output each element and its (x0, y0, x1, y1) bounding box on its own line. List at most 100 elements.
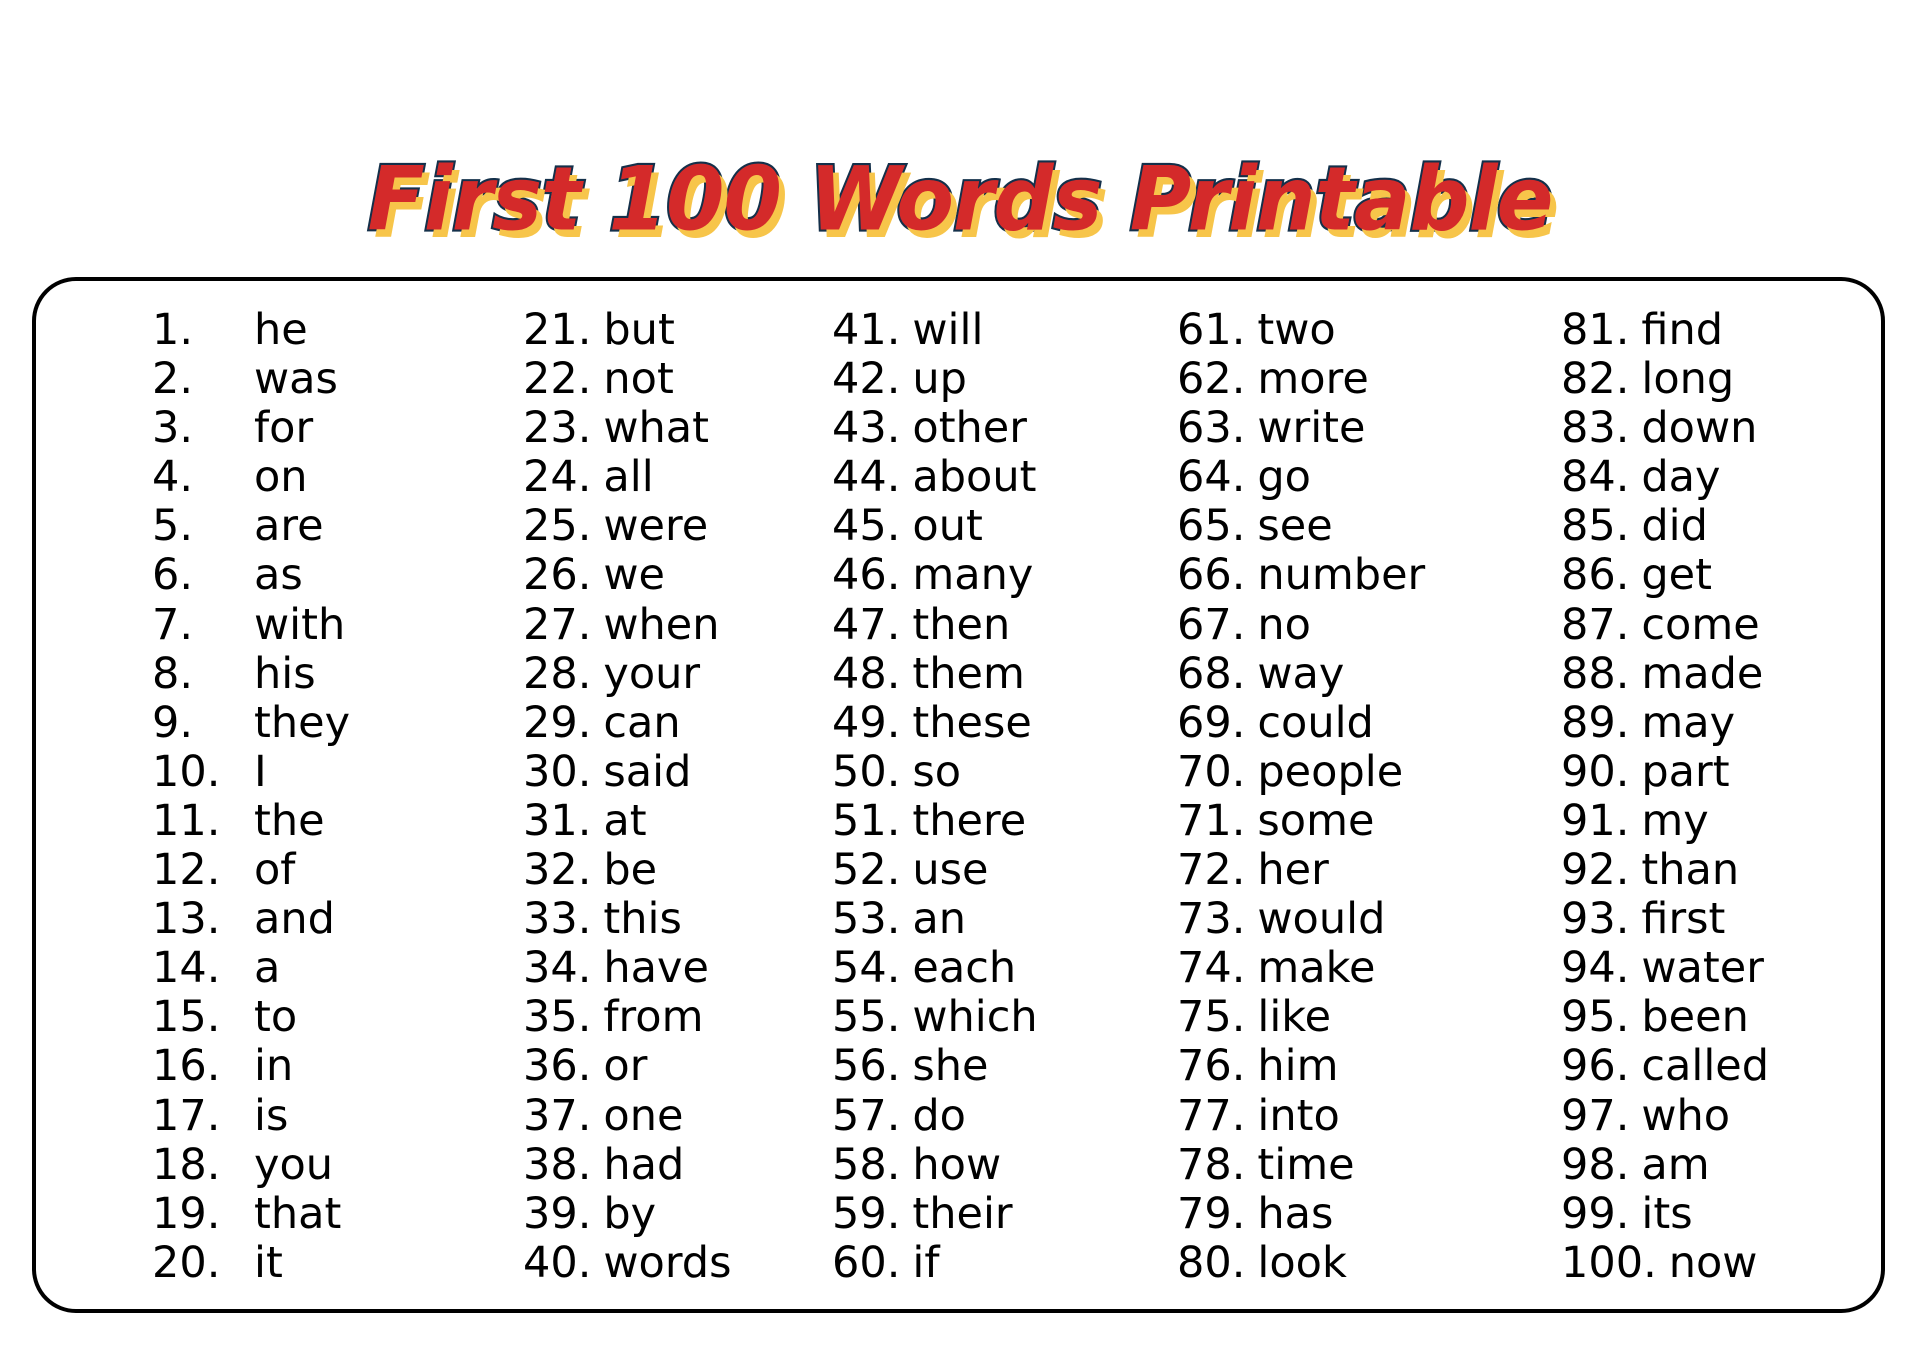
word-number: 61. (1177, 305, 1246, 355)
word-number: 23. (523, 403, 592, 454)
word-list-item: 40. words (523, 1237, 732, 1288)
sight-word: many (912, 550, 1034, 601)
word-number: 22. (523, 354, 592, 405)
word-list-item: 17. is (152, 1091, 350, 1141)
sight-word: made (1641, 648, 1764, 699)
word-number: 33. (523, 894, 592, 945)
word-number: 26. (523, 550, 592, 601)
word-list-item: 37. one (523, 1090, 732, 1141)
word-list-item: 45. out (832, 502, 1038, 551)
word-list-item: 38. had (523, 1140, 732, 1190)
word-number: 54. (832, 943, 901, 994)
sight-word: get (1641, 550, 1713, 601)
sight-word: time (1257, 1139, 1355, 1190)
word-number: 11. (152, 795, 221, 846)
sight-word: him (1257, 1041, 1339, 1092)
sight-word: my (1641, 795, 1709, 846)
sight-word: which (912, 992, 1038, 1043)
sight-word: about (912, 452, 1037, 503)
sight-word: are (254, 501, 324, 552)
sight-word: a (254, 943, 281, 994)
word-number: 29. (523, 697, 592, 748)
word-list-item: 42. up (832, 354, 1038, 404)
word-list-item: 24. all (523, 453, 732, 502)
word-number: 45. (832, 501, 901, 552)
word-number: 3. (152, 403, 194, 454)
word-list-item: 31. at (523, 796, 732, 846)
word-number: 20. (152, 1237, 221, 1288)
word-list-item: 49. these (832, 697, 1038, 748)
word-number: 75. (1177, 992, 1246, 1043)
word-number: 87. (1561, 599, 1630, 650)
word-list-item: 72. her (1177, 845, 1425, 895)
word-number: 40. (523, 1237, 592, 1288)
sight-word: some (1257, 795, 1375, 846)
word-list-item: 3. for (152, 404, 350, 453)
sight-word: called (1641, 1041, 1770, 1092)
sight-word: did (1641, 501, 1708, 552)
word-list-item: 58. how (832, 1140, 1038, 1190)
word-number: 37. (523, 1090, 592, 1141)
word-list-item: 36. or (523, 1042, 732, 1091)
word-number: 46. (832, 550, 901, 601)
sight-word: out (912, 501, 983, 552)
word-list-item: 66. number (1177, 551, 1425, 600)
word-number: 47. (832, 599, 901, 650)
word-number: 36. (523, 1041, 592, 1092)
word-list-item: 19. that (152, 1189, 350, 1239)
sight-word: number (1257, 550, 1426, 601)
word-number: 34. (523, 943, 592, 994)
word-number: 60. (832, 1237, 901, 1288)
word-number: 97. (1561, 1090, 1630, 1141)
word-list-item: 39. by (523, 1189, 732, 1239)
word-list-item: 35. from (523, 993, 732, 1042)
word-list-item: 8. his (152, 648, 350, 699)
sight-word: was (254, 354, 338, 405)
sight-word: now (1668, 1237, 1758, 1288)
word-number: 69. (1177, 697, 1246, 748)
word-number: 68. (1177, 648, 1246, 699)
word-number: 56. (832, 1041, 901, 1092)
word-number: 18. (152, 1139, 221, 1190)
word-number: 27. (523, 599, 592, 650)
word-list-item: 10. I (152, 747, 350, 797)
word-list-item: 70. people (1177, 747, 1425, 797)
word-list-item: 60. if (832, 1237, 1038, 1288)
word-list-item: 99. its (1561, 1189, 1769, 1239)
sight-word: if (912, 1237, 940, 1288)
sight-word: day (1641, 452, 1721, 503)
word-list-item: 74. make (1177, 944, 1425, 993)
sight-word: more (1257, 354, 1369, 405)
word-number: 98. (1561, 1139, 1630, 1190)
word-number: 95. (1561, 992, 1630, 1043)
sight-word: water (1641, 943, 1764, 994)
sight-word: words (603, 1237, 732, 1288)
word-list-item: 73. would (1177, 895, 1425, 944)
sight-word: down (1641, 403, 1758, 454)
word-list-item: 55. which (832, 993, 1038, 1042)
word-number: 78. (1177, 1139, 1246, 1190)
word-number: 85. (1561, 501, 1630, 552)
word-number: 94. (1561, 943, 1630, 994)
word-number: 8. (152, 648, 194, 699)
word-number: 30. (523, 746, 592, 797)
word-list-item: 11. the (152, 795, 350, 846)
word-column-4: 61. two 62. more 63. write 64. go 65. see 66. numbe… (1177, 305, 1425, 1288)
word-list-item: 47. then (832, 599, 1038, 650)
word-number: 81. (1561, 305, 1630, 355)
word-list-item: 32. be (523, 845, 732, 895)
sight-word: their (912, 1188, 1013, 1239)
word-list-item: 15. to (152, 993, 350, 1042)
word-list-item: 12. of (152, 845, 350, 896)
sight-word: each (912, 943, 1017, 994)
word-number: 49. (832, 697, 901, 748)
sight-word: them (912, 648, 1025, 699)
word-list-item: 84. day (1561, 453, 1769, 502)
word-number: 12. (152, 845, 221, 896)
word-list-item: 88. made (1561, 648, 1769, 699)
word-number: 93. (1561, 894, 1630, 945)
word-number: 67. (1177, 599, 1246, 650)
word-number: 89. (1561, 697, 1630, 748)
word-list-item: 5. are (152, 502, 350, 551)
word-list-item: 92. than (1561, 845, 1769, 895)
